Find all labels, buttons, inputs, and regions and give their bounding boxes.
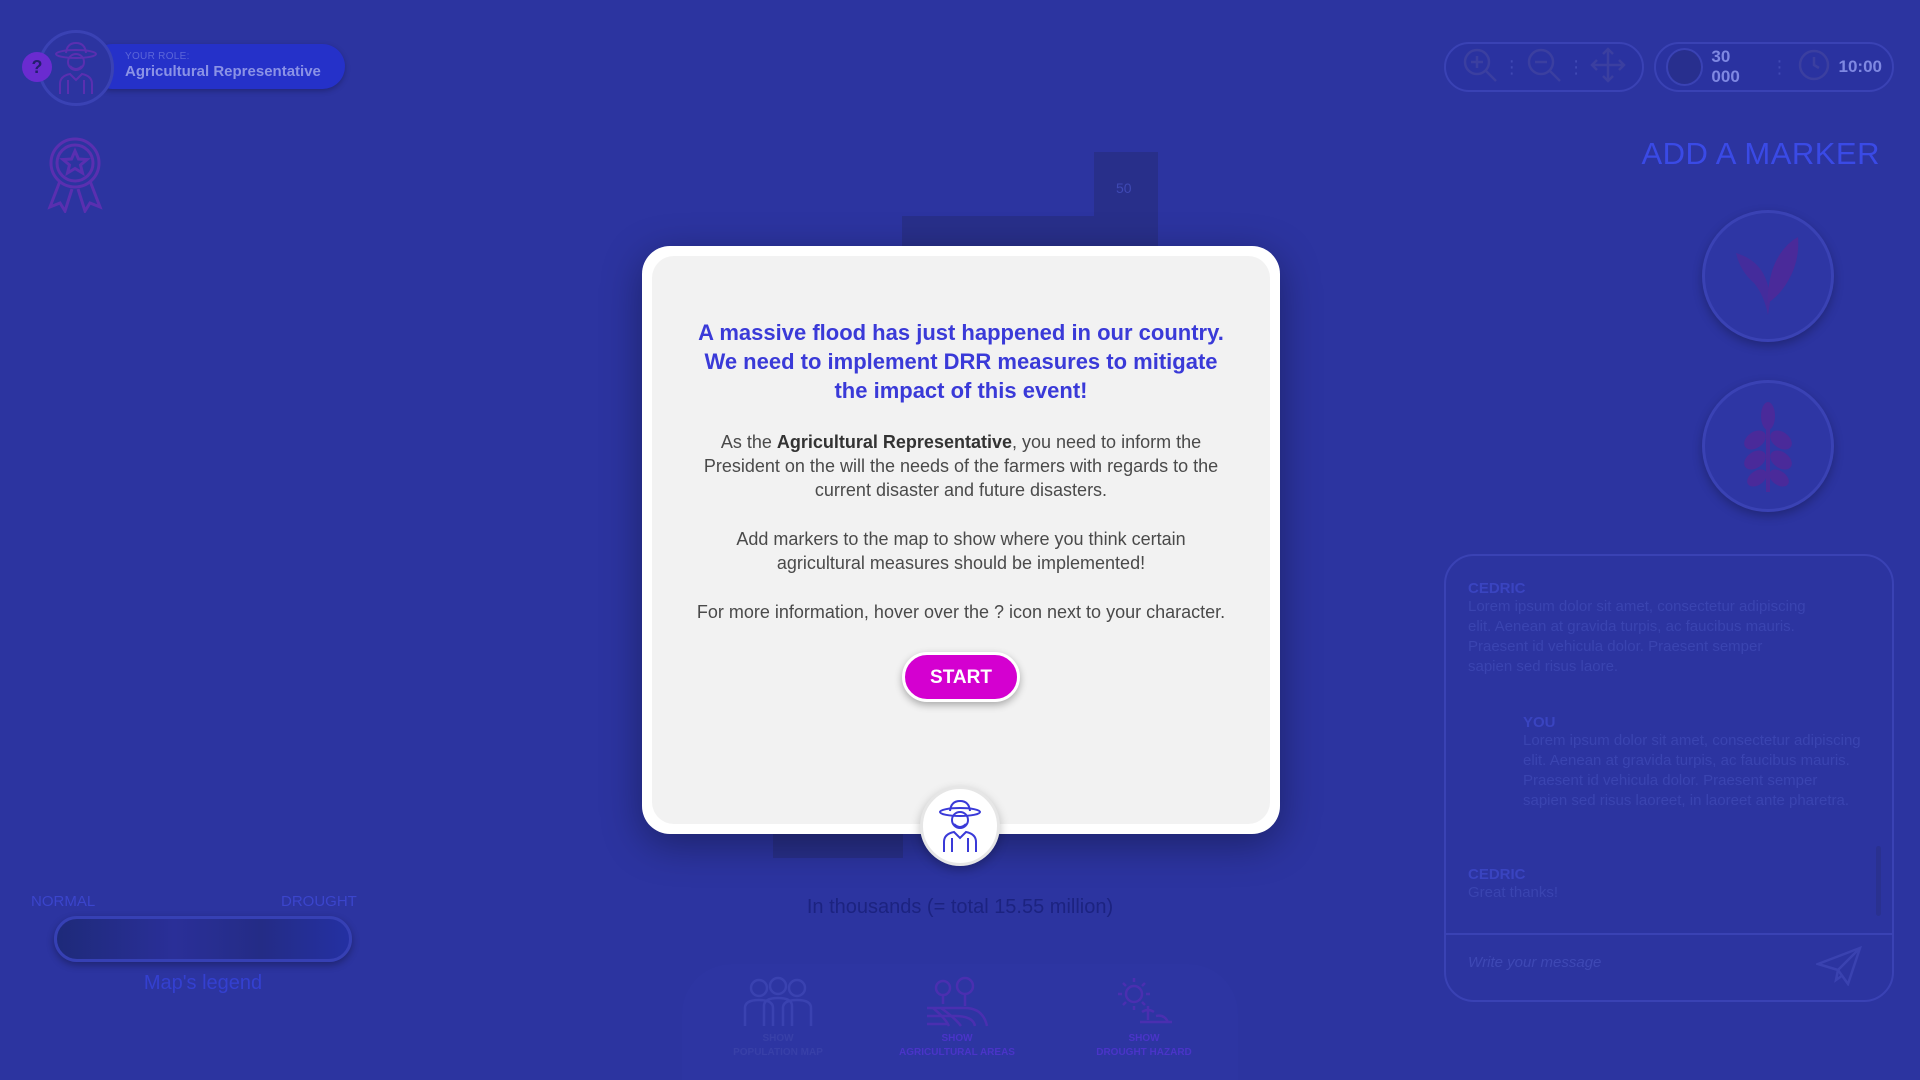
grain-plant-icon — [1744, 402, 1792, 492]
start-button[interactable]: START — [902, 652, 1020, 702]
chat-panel: CEDRIC Lorem ipsum dolor sit amet, conse… — [1444, 554, 1894, 1002]
add-marker-title: ADD A MARKER — [1641, 136, 1880, 171]
chat-message-input[interactable]: Write your message — [1468, 954, 1601, 971]
modal-character-avatar — [920, 786, 1000, 866]
message-author: CEDRIC — [1468, 580, 1526, 597]
timer-value: 10:00 — [1838, 57, 1882, 76]
message-text: Great thanks! — [1468, 884, 1559, 901]
award-ribbon-icon[interactable] — [40, 133, 110, 218]
wheat-leaf-icon — [1736, 237, 1799, 315]
legend-drought-label: DROUGHT — [281, 893, 357, 910]
intro-modal: A massive flood has just happened in our… — [642, 246, 1280, 834]
show-population-map-button[interactable]: SHOW POPULATION MAP — [678, 976, 878, 1060]
farmer-icon — [55, 41, 97, 94]
tool-label: SHOW AGRICULTURAL AREAS — [899, 1033, 1015, 1058]
message-author: YOU — [1523, 714, 1556, 731]
budget-value: 30 000 — [1711, 47, 1740, 86]
chat-message: CEDRIC Great thanks! — [1468, 866, 1808, 903]
zoom-in-icon[interactable] — [1460, 45, 1500, 90]
move-arrows-icon[interactable] — [1588, 45, 1628, 90]
map-controls: ⋮ ⋮ — [1444, 42, 1644, 92]
farmland-icon — [927, 976, 989, 1027]
separator: ⋮ — [1770, 56, 1789, 77]
chart-caption: In thousands (= total 15.55 million) — [806, 896, 1114, 918]
role-name: Agricultural Representative — [125, 63, 321, 80]
show-agricultural-areas-button[interactable]: SHOW AGRICULTURAL AREAS — [857, 976, 1057, 1060]
show-drought-hazard-button[interactable]: SHOW DROUGHT HAZARD — [1044, 976, 1244, 1060]
message-text: Lorem ipsum dolor sit amet, consectetur … — [1468, 598, 1806, 675]
message-text: Lorem ipsum dolor sit amet, consectetur … — [1523, 732, 1861, 809]
chat-divider — [1446, 933, 1892, 935]
chat-scrollbar[interactable] — [1876, 846, 1881, 916]
modal-headline: A massive flood has just happened in our… — [698, 320, 1224, 403]
modal-role-name: Agricultural Representative — [776, 432, 1012, 452]
legend-normal-label: NORMAL — [31, 893, 96, 910]
modal-role-paragraph: As the Agricultural Representative, you … — [703, 432, 1219, 500]
modal-content: A massive flood has just happened in our… — [652, 256, 1270, 824]
separator: ⋮ — [1502, 56, 1521, 77]
clock-icon — [1797, 48, 1831, 87]
status-bar: 30 000 ⋮ 10:00 — [1654, 42, 1894, 92]
separator: ⋮ — [1567, 56, 1586, 77]
marker-button-grain[interactable] — [1702, 380, 1834, 512]
farmer-icon — [939, 799, 981, 852]
tool-label: SHOW POPULATION MAP — [733, 1033, 823, 1058]
tool-label: SHOW DROUGHT HAZARD — [1096, 1033, 1192, 1058]
legend-caption: Map's legend — [143, 972, 263, 994]
marker-button-wheat[interactable] — [1702, 210, 1834, 342]
chat-message: YOU Lorem ipsum dolor sit amet, consecte… — [1523, 714, 1863, 811]
help-button[interactable]: ? — [22, 52, 52, 82]
paper-plane-icon[interactable] — [1814, 945, 1863, 991]
chart-bar-label: 50 — [1116, 180, 1132, 196]
role-badge: YOUR ROLE: Agricultural Representative — [90, 44, 345, 89]
people-icon — [743, 976, 813, 1026]
role-caption: YOUR ROLE: — [125, 51, 190, 62]
chat-message: CEDRIC Lorem ipsum dolor sit amet, conse… — [1468, 580, 1808, 677]
modal-help-paragraph: For more information, hover over the ? i… — [696, 602, 1226, 622]
zoom-out-icon[interactable] — [1524, 45, 1564, 90]
question-mark-icon: ? — [31, 56, 43, 77]
modal-instructions-paragraph: Add markers to the map to show where you… — [736, 529, 1186, 573]
message-author: CEDRIC — [1468, 866, 1526, 883]
legend-gradient — [54, 916, 352, 962]
coin-icon — [1666, 48, 1704, 86]
sun-dry-icon — [1118, 978, 1172, 1024]
